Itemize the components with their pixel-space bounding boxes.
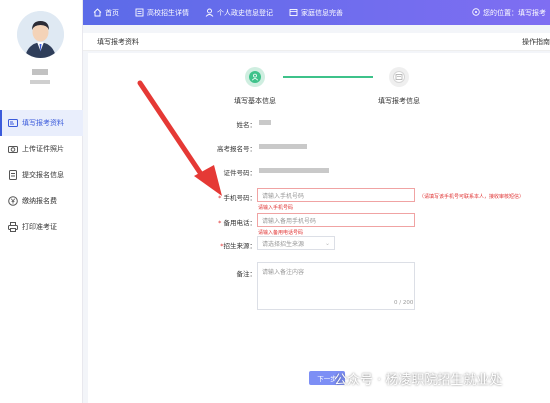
annotation-arrow-icon (137, 80, 222, 196)
